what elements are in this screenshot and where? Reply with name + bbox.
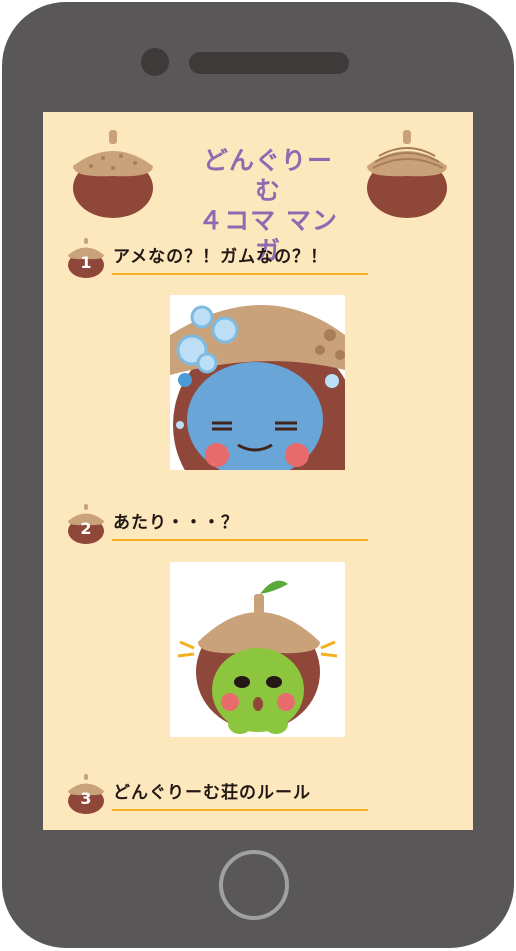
section-title[interactable]: アメなの？！ガムなの？！ xyxy=(113,246,328,268)
section-3-header[interactable]: 3 どんぐりーむ荘のルール xyxy=(67,774,373,814)
acorn-icon xyxy=(73,130,153,218)
phone-frame: どんぐりーむ ４コマ マンガ 1 アメなの？！ガムなの？！ 2 あたり・・・？ … xyxy=(0,0,516,951)
comic-2-thumbnail[interactable] xyxy=(170,562,345,737)
section-number: 3 xyxy=(80,789,92,808)
section-2-header[interactable]: 2 あたり・・・？ xyxy=(67,504,373,544)
section-title[interactable]: あたり・・・？ xyxy=(113,512,239,534)
number-badge: 2 xyxy=(67,504,105,544)
number-badge: 1 xyxy=(67,238,105,278)
character-illustration xyxy=(170,295,345,470)
section-1-header[interactable]: 1 アメなの？！ガムなの？！ xyxy=(67,238,373,278)
title-line-1: どんぐりーむ xyxy=(202,146,333,205)
section-underline xyxy=(112,809,368,811)
section-number: 2 xyxy=(80,519,92,538)
comic-1-thumbnail[interactable] xyxy=(170,295,345,470)
home-button[interactable] xyxy=(219,850,289,920)
section-title[interactable]: どんぐりーむ荘のルール xyxy=(113,782,311,804)
section-underline xyxy=(112,539,368,541)
number-badge: 3 xyxy=(67,774,105,814)
phone-screen: どんぐりーむ ４コマ マンガ 1 アメなの？！ガムなの？！ 2 あたり・・・？ … xyxy=(43,112,473,830)
camera-icon xyxy=(141,48,169,76)
section-number: 1 xyxy=(80,253,92,272)
character-illustration xyxy=(170,562,345,737)
speaker-icon xyxy=(189,52,349,74)
section-underline xyxy=(112,273,368,275)
acorn-icon xyxy=(367,130,447,218)
